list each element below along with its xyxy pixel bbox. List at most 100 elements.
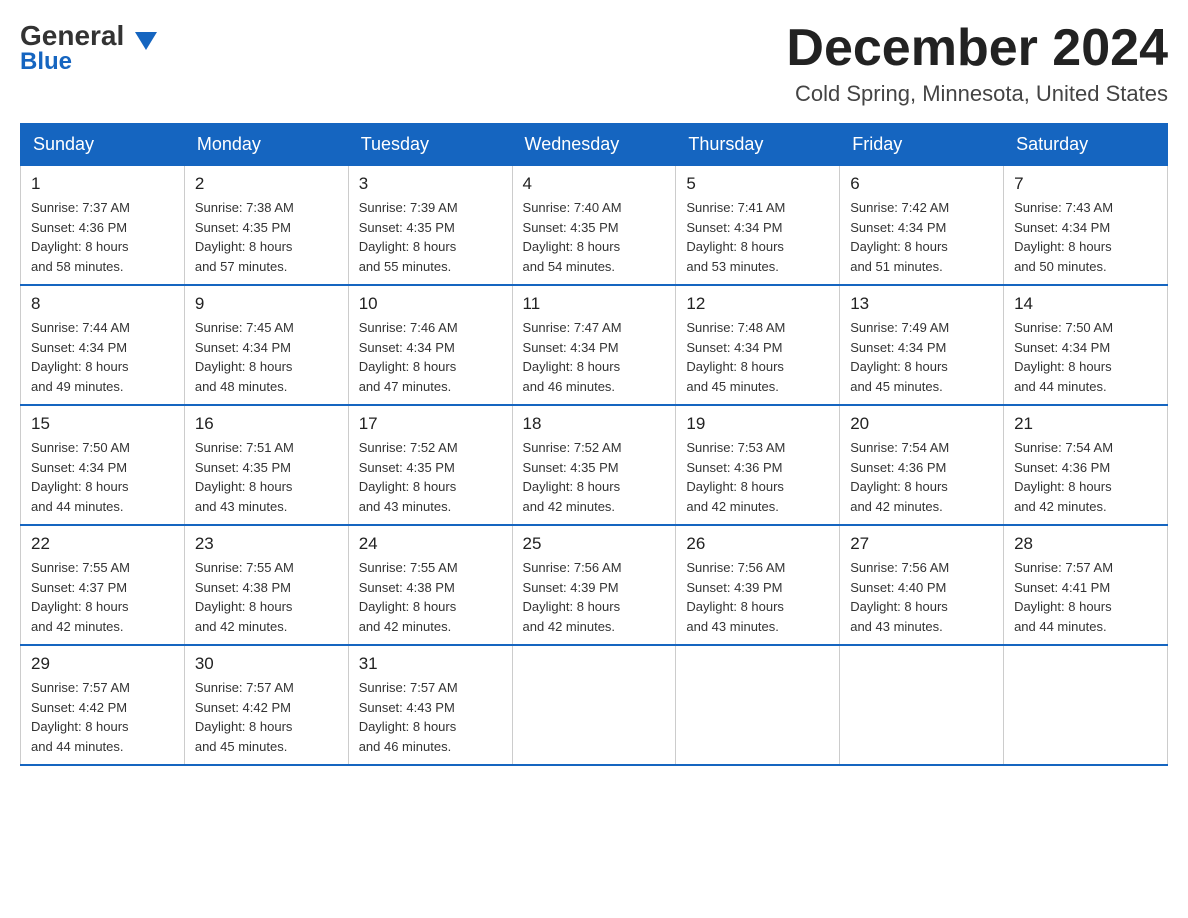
- table-row: 14 Sunrise: 7:50 AM Sunset: 4:34 PM Dayl…: [1004, 285, 1168, 405]
- day-info: Sunrise: 7:40 AM Sunset: 4:35 PM Dayligh…: [523, 198, 666, 276]
- table-row: 13 Sunrise: 7:49 AM Sunset: 4:34 PM Dayl…: [840, 285, 1004, 405]
- table-row: 9 Sunrise: 7:45 AM Sunset: 4:34 PM Dayli…: [184, 285, 348, 405]
- logo: General Blue: [20, 20, 157, 76]
- table-row: 23 Sunrise: 7:55 AM Sunset: 4:38 PM Dayl…: [184, 525, 348, 645]
- day-number: 3: [359, 174, 502, 194]
- table-row: 28 Sunrise: 7:57 AM Sunset: 4:41 PM Dayl…: [1004, 525, 1168, 645]
- table-row: 21 Sunrise: 7:54 AM Sunset: 4:36 PM Dayl…: [1004, 405, 1168, 525]
- table-row: [676, 645, 840, 765]
- day-info: Sunrise: 7:57 AM Sunset: 4:42 PM Dayligh…: [195, 678, 338, 756]
- day-number: 28: [1014, 534, 1157, 554]
- day-number: 13: [850, 294, 993, 314]
- day-info: Sunrise: 7:56 AM Sunset: 4:39 PM Dayligh…: [686, 558, 829, 636]
- day-info: Sunrise: 7:52 AM Sunset: 4:35 PM Dayligh…: [359, 438, 502, 516]
- day-info: Sunrise: 7:37 AM Sunset: 4:36 PM Dayligh…: [31, 198, 174, 276]
- table-row: 25 Sunrise: 7:56 AM Sunset: 4:39 PM Dayl…: [512, 525, 676, 645]
- day-info: Sunrise: 7:47 AM Sunset: 4:34 PM Dayligh…: [523, 318, 666, 396]
- calendar-week-row: 15 Sunrise: 7:50 AM Sunset: 4:34 PM Dayl…: [21, 405, 1168, 525]
- day-number: 10: [359, 294, 502, 314]
- header-friday: Friday: [840, 124, 1004, 166]
- day-info: Sunrise: 7:53 AM Sunset: 4:36 PM Dayligh…: [686, 438, 829, 516]
- day-number: 25: [523, 534, 666, 554]
- day-number: 26: [686, 534, 829, 554]
- day-info: Sunrise: 7:50 AM Sunset: 4:34 PM Dayligh…: [1014, 318, 1157, 396]
- day-info: Sunrise: 7:49 AM Sunset: 4:34 PM Dayligh…: [850, 318, 993, 396]
- table-row: [1004, 645, 1168, 765]
- table-row: 30 Sunrise: 7:57 AM Sunset: 4:42 PM Dayl…: [184, 645, 348, 765]
- day-info: Sunrise: 7:45 AM Sunset: 4:34 PM Dayligh…: [195, 318, 338, 396]
- day-info: Sunrise: 7:38 AM Sunset: 4:35 PM Dayligh…: [195, 198, 338, 276]
- table-row: 26 Sunrise: 7:56 AM Sunset: 4:39 PM Dayl…: [676, 525, 840, 645]
- day-number: 24: [359, 534, 502, 554]
- table-row: 16 Sunrise: 7:51 AM Sunset: 4:35 PM Dayl…: [184, 405, 348, 525]
- logo-arrow-icon: [135, 32, 157, 50]
- table-row: 22 Sunrise: 7:55 AM Sunset: 4:37 PM Dayl…: [21, 525, 185, 645]
- month-title: December 2024: [786, 20, 1168, 77]
- day-info: Sunrise: 7:54 AM Sunset: 4:36 PM Dayligh…: [850, 438, 993, 516]
- day-number: 19: [686, 414, 829, 434]
- calendar-header-row: Sunday Monday Tuesday Wednesday Thursday…: [21, 124, 1168, 166]
- day-info: Sunrise: 7:54 AM Sunset: 4:36 PM Dayligh…: [1014, 438, 1157, 516]
- table-row: 18 Sunrise: 7:52 AM Sunset: 4:35 PM Dayl…: [512, 405, 676, 525]
- table-row: 17 Sunrise: 7:52 AM Sunset: 4:35 PM Dayl…: [348, 405, 512, 525]
- day-number: 12: [686, 294, 829, 314]
- table-row: 27 Sunrise: 7:56 AM Sunset: 4:40 PM Dayl…: [840, 525, 1004, 645]
- day-info: Sunrise: 7:52 AM Sunset: 4:35 PM Dayligh…: [523, 438, 666, 516]
- day-info: Sunrise: 7:51 AM Sunset: 4:35 PM Dayligh…: [195, 438, 338, 516]
- location-subtitle: Cold Spring, Minnesota, United States: [786, 81, 1168, 107]
- calendar-week-row: 22 Sunrise: 7:55 AM Sunset: 4:37 PM Dayl…: [21, 525, 1168, 645]
- day-number: 22: [31, 534, 174, 554]
- table-row: 31 Sunrise: 7:57 AM Sunset: 4:43 PM Dayl…: [348, 645, 512, 765]
- day-number: 27: [850, 534, 993, 554]
- day-info: Sunrise: 7:48 AM Sunset: 4:34 PM Dayligh…: [686, 318, 829, 396]
- day-number: 9: [195, 294, 338, 314]
- day-number: 20: [850, 414, 993, 434]
- day-info: Sunrise: 7:46 AM Sunset: 4:34 PM Dayligh…: [359, 318, 502, 396]
- day-number: 31: [359, 654, 502, 674]
- calendar-week-row: 8 Sunrise: 7:44 AM Sunset: 4:34 PM Dayli…: [21, 285, 1168, 405]
- logo-blue-text: Blue: [20, 48, 72, 76]
- day-number: 18: [523, 414, 666, 434]
- calendar-table: Sunday Monday Tuesday Wednesday Thursday…: [20, 123, 1168, 766]
- day-number: 23: [195, 534, 338, 554]
- table-row: 2 Sunrise: 7:38 AM Sunset: 4:35 PM Dayli…: [184, 166, 348, 286]
- table-row: 10 Sunrise: 7:46 AM Sunset: 4:34 PM Dayl…: [348, 285, 512, 405]
- day-number: 14: [1014, 294, 1157, 314]
- table-row: 4 Sunrise: 7:40 AM Sunset: 4:35 PM Dayli…: [512, 166, 676, 286]
- day-info: Sunrise: 7:50 AM Sunset: 4:34 PM Dayligh…: [31, 438, 174, 516]
- day-info: Sunrise: 7:57 AM Sunset: 4:42 PM Dayligh…: [31, 678, 174, 756]
- day-number: 5: [686, 174, 829, 194]
- day-number: 2: [195, 174, 338, 194]
- table-row: 1 Sunrise: 7:37 AM Sunset: 4:36 PM Dayli…: [21, 166, 185, 286]
- day-info: Sunrise: 7:55 AM Sunset: 4:38 PM Dayligh…: [195, 558, 338, 636]
- header-tuesday: Tuesday: [348, 124, 512, 166]
- day-number: 1: [31, 174, 174, 194]
- table-row: 20 Sunrise: 7:54 AM Sunset: 4:36 PM Dayl…: [840, 405, 1004, 525]
- table-row: 3 Sunrise: 7:39 AM Sunset: 4:35 PM Dayli…: [348, 166, 512, 286]
- table-row: [512, 645, 676, 765]
- title-section: December 2024 Cold Spring, Minnesota, Un…: [786, 20, 1168, 107]
- day-info: Sunrise: 7:57 AM Sunset: 4:43 PM Dayligh…: [359, 678, 502, 756]
- header-wednesday: Wednesday: [512, 124, 676, 166]
- header-sunday: Sunday: [21, 124, 185, 166]
- day-number: 29: [31, 654, 174, 674]
- page-header: General Blue December 2024 Cold Spring, …: [20, 20, 1168, 107]
- day-info: Sunrise: 7:41 AM Sunset: 4:34 PM Dayligh…: [686, 198, 829, 276]
- table-row: 19 Sunrise: 7:53 AM Sunset: 4:36 PM Dayl…: [676, 405, 840, 525]
- day-info: Sunrise: 7:56 AM Sunset: 4:40 PM Dayligh…: [850, 558, 993, 636]
- day-number: 8: [31, 294, 174, 314]
- day-info: Sunrise: 7:44 AM Sunset: 4:34 PM Dayligh…: [31, 318, 174, 396]
- table-row: [840, 645, 1004, 765]
- day-number: 21: [1014, 414, 1157, 434]
- day-number: 15: [31, 414, 174, 434]
- table-row: 11 Sunrise: 7:47 AM Sunset: 4:34 PM Dayl…: [512, 285, 676, 405]
- day-number: 4: [523, 174, 666, 194]
- calendar-week-row: 1 Sunrise: 7:37 AM Sunset: 4:36 PM Dayli…: [21, 166, 1168, 286]
- day-info: Sunrise: 7:43 AM Sunset: 4:34 PM Dayligh…: [1014, 198, 1157, 276]
- table-row: 8 Sunrise: 7:44 AM Sunset: 4:34 PM Dayli…: [21, 285, 185, 405]
- table-row: 5 Sunrise: 7:41 AM Sunset: 4:34 PM Dayli…: [676, 166, 840, 286]
- table-row: 29 Sunrise: 7:57 AM Sunset: 4:42 PM Dayl…: [21, 645, 185, 765]
- day-info: Sunrise: 7:57 AM Sunset: 4:41 PM Dayligh…: [1014, 558, 1157, 636]
- day-number: 11: [523, 294, 666, 314]
- header-thursday: Thursday: [676, 124, 840, 166]
